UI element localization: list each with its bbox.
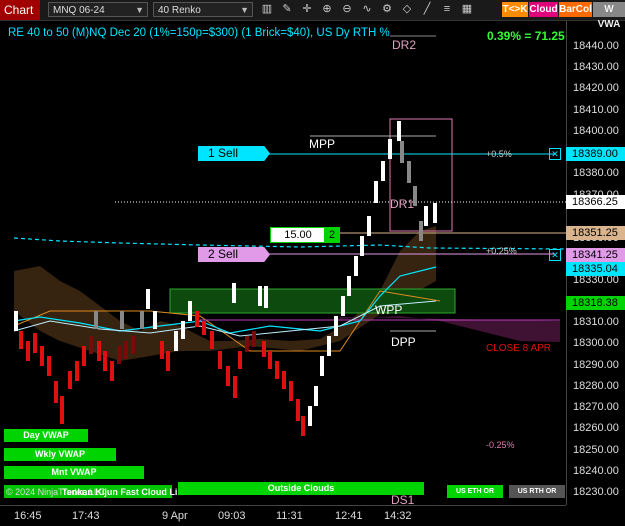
period-value: 40 Renko [158, 5, 201, 16]
cloud-lines-label: Tenkan Kijun Fast Cloud Lines [62, 487, 193, 497]
time-label: 9 Apr [162, 510, 188, 522]
price-label: 18380.00 [573, 167, 619, 179]
chevron-down-icon: ▼ [135, 5, 144, 15]
time-label: 11:31 [276, 510, 303, 522]
day-vwap-button[interactable]: Day VWAP [4, 429, 88, 442]
instrument-selector[interactable]: MNQ 06-24 ▼ [48, 2, 148, 17]
chart-toolbar: Chart MNQ 06-24 ▼ 40 Renko ▼ ▥ ✎ ✛ ⊕ ⊖ ∿ ⚙… [0, 0, 625, 30]
cancel-order-icon[interactable]: ✕ [549, 249, 561, 261]
order-price-tag[interactable]: 18389.00 [566, 147, 625, 161]
level-dpp: DPP [391, 335, 416, 349]
price-label: 18310.00 [573, 316, 619, 328]
price-label: 18400.00 [573, 125, 619, 137]
chart-tab[interactable]: Chart [0, 0, 40, 20]
pct-plus-05: +0.5% [486, 149, 512, 159]
order-price-field[interactable]: 15.00 [270, 227, 326, 243]
percent-readout: 0.39% = 71.25 [487, 29, 565, 43]
price-label: 18430.00 [573, 61, 619, 73]
price-label: 18420.00 [573, 82, 619, 94]
price-tag: 18318.38 [566, 296, 625, 310]
order-sell-slm[interactable]: 2 Sell SLM [198, 247, 270, 262]
zoom-out-icon[interactable]: ⊖ [340, 2, 354, 16]
toolbar-icons: ▥ ✎ ✛ ⊕ ⊖ ∿ ⚙ ◇ ╱ ≡ ▦ [260, 2, 474, 18]
rth-or-button[interactable]: US RTH OR [509, 485, 565, 498]
trend-icon[interactable]: ╱ [420, 2, 434, 16]
instrument-value: MNQ 06-24 [53, 5, 105, 16]
eth-or-button[interactable]: US ETH OR [447, 485, 503, 498]
time-label: 09:03 [218, 510, 246, 522]
time-label: 17:43 [72, 510, 100, 522]
crosshair-icon[interactable]: ✛ [300, 2, 314, 16]
fib-icon[interactable]: ≡ [440, 2, 454, 16]
outside-clouds-button[interactable]: Outside Clouds [178, 482, 424, 495]
price-label: 18300.00 [573, 337, 619, 349]
level-mpp: MPP [309, 137, 336, 151]
price-label: 18410.00 [573, 104, 619, 116]
pct-minus-025: -0.25% [486, 440, 515, 450]
price-label: 18240.00 [573, 465, 619, 477]
time-label: 14:32 [384, 510, 412, 522]
price-tag: 18351.25 [566, 226, 625, 240]
tk-button[interactable]: T<>K [502, 2, 528, 17]
price-label: 18270.00 [573, 401, 619, 413]
indicator-icon[interactable]: ∿ [360, 2, 374, 16]
order-qty-field[interactable]: 2 [324, 227, 340, 243]
price-tag: 18335.04 [566, 262, 625, 276]
period-selector[interactable]: 40 Renko ▼ [153, 2, 253, 17]
weekly-vwap-button[interactable]: Wkly VWAP [4, 448, 116, 461]
monthly-vwap-button[interactable]: Mnt VWAP [4, 466, 144, 479]
order-price-tag[interactable]: 18341.25 [566, 248, 625, 262]
price-label: 18230.00 [573, 486, 619, 498]
vwap-button[interactable]: W VWA [593, 2, 625, 30]
chart-icon[interactable]: ▦ [460, 2, 474, 16]
price-label: 18250.00 [573, 444, 619, 456]
level-wpp: WPP [375, 303, 403, 317]
time-label: 16:45 [14, 510, 42, 522]
drawing-tool-icon[interactable]: ◇ [400, 2, 414, 16]
cloud-button[interactable]: Cloud [529, 2, 558, 17]
barcol-button[interactable]: BarCol [559, 2, 592, 17]
order-sell-lmt[interactable]: 1 Sell LMT [198, 146, 270, 161]
last-price-tag: 18366.25 [566, 195, 625, 209]
time-label: 12:41 [335, 510, 363, 522]
level-dr1: DR1 [390, 197, 415, 211]
level-dr2: DR2 [392, 38, 417, 52]
price-label: 18440.00 [573, 40, 619, 52]
cancel-order-icon[interactable]: ✕ [549, 148, 561, 160]
bar-style-icon[interactable]: ▥ [260, 2, 274, 16]
time-axis[interactable]: 16:45 17:43 9 Apr 09:03 11:31 12:41 14:3… [0, 505, 566, 526]
price-label: 18260.00 [573, 422, 619, 434]
price-label: 18280.00 [573, 380, 619, 392]
strategy-icon[interactable]: ⚙ [380, 2, 394, 16]
pct-plus-025: +0.25% [486, 246, 517, 256]
price-label: 18290.00 [573, 359, 619, 371]
close-label: CLOSE 8 APR [486, 343, 552, 354]
chevron-down-icon: ▼ [240, 5, 249, 15]
zoom-in-icon[interactable]: ⊕ [320, 2, 334, 16]
chart-header: RE 40 to 50 (M)NQ Dec 20 (1%=150p=$300) … [8, 27, 390, 39]
draw-icon[interactable]: ✎ [280, 2, 294, 16]
